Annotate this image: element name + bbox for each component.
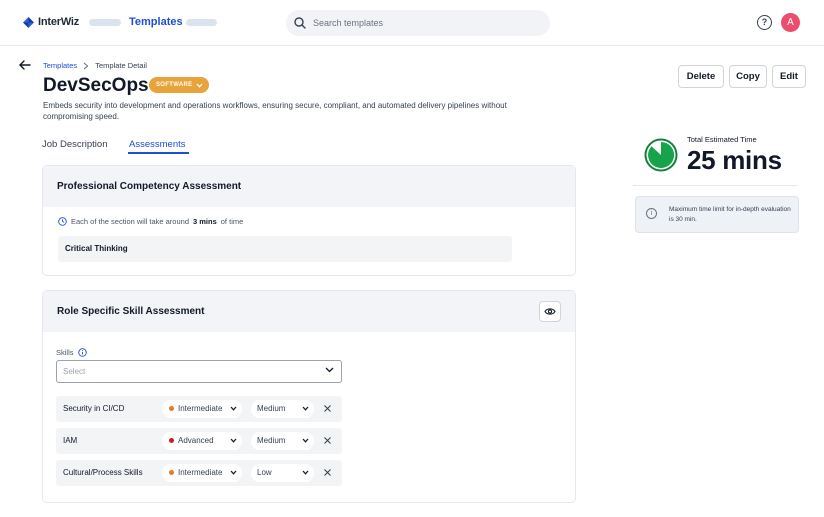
info-text: Maximum time limit for in-depth evaluati… [669,206,791,223]
difficulty-label: Low [257,468,272,477]
level-label: Intermediate [178,404,223,413]
back-arrow-icon[interactable] [18,58,32,72]
app-logo[interactable]: InterWiz [23,16,79,28]
chevron-down-icon [302,438,309,443]
skill-name: Cultural/Process Skills [63,468,143,477]
total-time-value: 25 mins [687,145,782,175]
page-title: DevSecOps [43,75,149,96]
professional-competency-card: Professional Competency Assessment Each … [42,165,576,276]
difficulty-label: Medium [257,404,286,413]
breadcrumb-templates-link[interactable]: Templates [43,61,77,70]
skill-name: Security in CI/CD [63,404,125,413]
role-specific-card: Role Specific Skill Assessment Skills Se… [42,290,576,503]
skills-label-text: Skills [56,348,74,357]
copy-button[interactable]: Copy [729,65,767,88]
tab-job-description[interactable]: Job Description [42,139,107,150]
skill-difficulty-select[interactable]: Medium [251,432,314,450]
nav-item-placeholder[interactable] [186,19,217,26]
difficulty-label: Medium [257,436,286,445]
chevron-down-icon [196,83,203,88]
skill-difficulty-select[interactable]: Medium [251,400,314,418]
time-ring-icon [644,138,678,172]
level-label: Advanced [178,436,214,445]
eye-icon [544,308,556,315]
skills-select[interactable]: Select [56,360,342,383]
chevron-right-icon [83,62,89,69]
skill-row: Cultural/Process Skills Intermediate Low [56,460,342,486]
top-bar: InterWiz Templates ? A [0,0,824,46]
remove-skill-icon[interactable] [323,404,332,413]
badge-label: SOFTWARE [156,82,193,88]
note-prefix: Each of the section will take around [71,217,189,226]
delete-button[interactable]: Delete [678,65,724,88]
search-bar[interactable] [286,10,550,36]
help-icon[interactable]: ? [757,15,772,30]
note-value: 3 mins [193,217,217,226]
skill-level-select[interactable]: Intermediate [162,400,242,418]
skill-level-select[interactable]: Intermediate [162,464,242,482]
active-tab-indicator [128,152,189,154]
chevron-down-icon [230,470,237,475]
divider [633,185,798,186]
chevron-down-icon [302,470,309,475]
category-badge[interactable]: SOFTWARE [149,77,210,93]
breadcrumb: Templates Template Detail [43,61,147,70]
remove-skill-icon[interactable] [323,468,332,477]
chevron-down-icon [230,438,237,443]
skill-level-select[interactable]: Advanced [162,432,242,450]
chevron-down-icon [230,406,237,411]
avatar[interactable]: A [781,13,800,32]
level-dot [169,438,174,443]
logo-text: InterWiz [38,16,80,28]
skill-name: IAM [63,436,78,445]
skill-difficulty-select[interactable]: Low [251,464,314,482]
section-item-critical-thinking: Critical Thinking [58,236,512,262]
level-label: Intermediate [178,468,223,477]
template-description: Embeds security into development and ope… [43,101,507,121]
search-input[interactable] [313,18,533,28]
nav-item-templates[interactable]: Templates [129,16,183,28]
time-limit-info: i Maximum time limit for in-depth evalua… [635,196,799,233]
select-placeholder: Select [63,367,86,376]
card-title: Professional Competency Assessment [43,166,575,207]
logo-mark-icon [23,16,34,28]
skill-row: Security in CI/CD Intermediate Medium [56,396,342,422]
chevron-down-icon [302,406,309,411]
chevron-down-icon [325,367,334,373]
clock-icon [58,217,67,226]
preview-button[interactable] [539,301,561,322]
edit-button[interactable]: Edit [772,65,806,88]
info-icon: i [646,208,657,219]
nav-item-placeholder[interactable] [89,19,121,26]
skills-label: Skills [56,348,87,357]
search-icon [294,17,306,29]
card-title: Role Specific Skill Assessment [43,291,575,332]
note-suffix: of time [220,217,244,226]
total-time-label: Total Estimated Time [687,135,757,144]
remove-skill-icon[interactable] [323,436,332,445]
section-time-note: Each of the section will take around 3 m… [58,217,243,226]
info-icon[interactable] [77,348,87,357]
skill-row: IAM Advanced Medium [56,428,342,454]
level-dot [169,406,174,411]
tab-assessments[interactable]: Assessments [129,139,186,150]
level-dot [169,470,174,475]
breadcrumb-current: Template Detail [95,61,147,70]
